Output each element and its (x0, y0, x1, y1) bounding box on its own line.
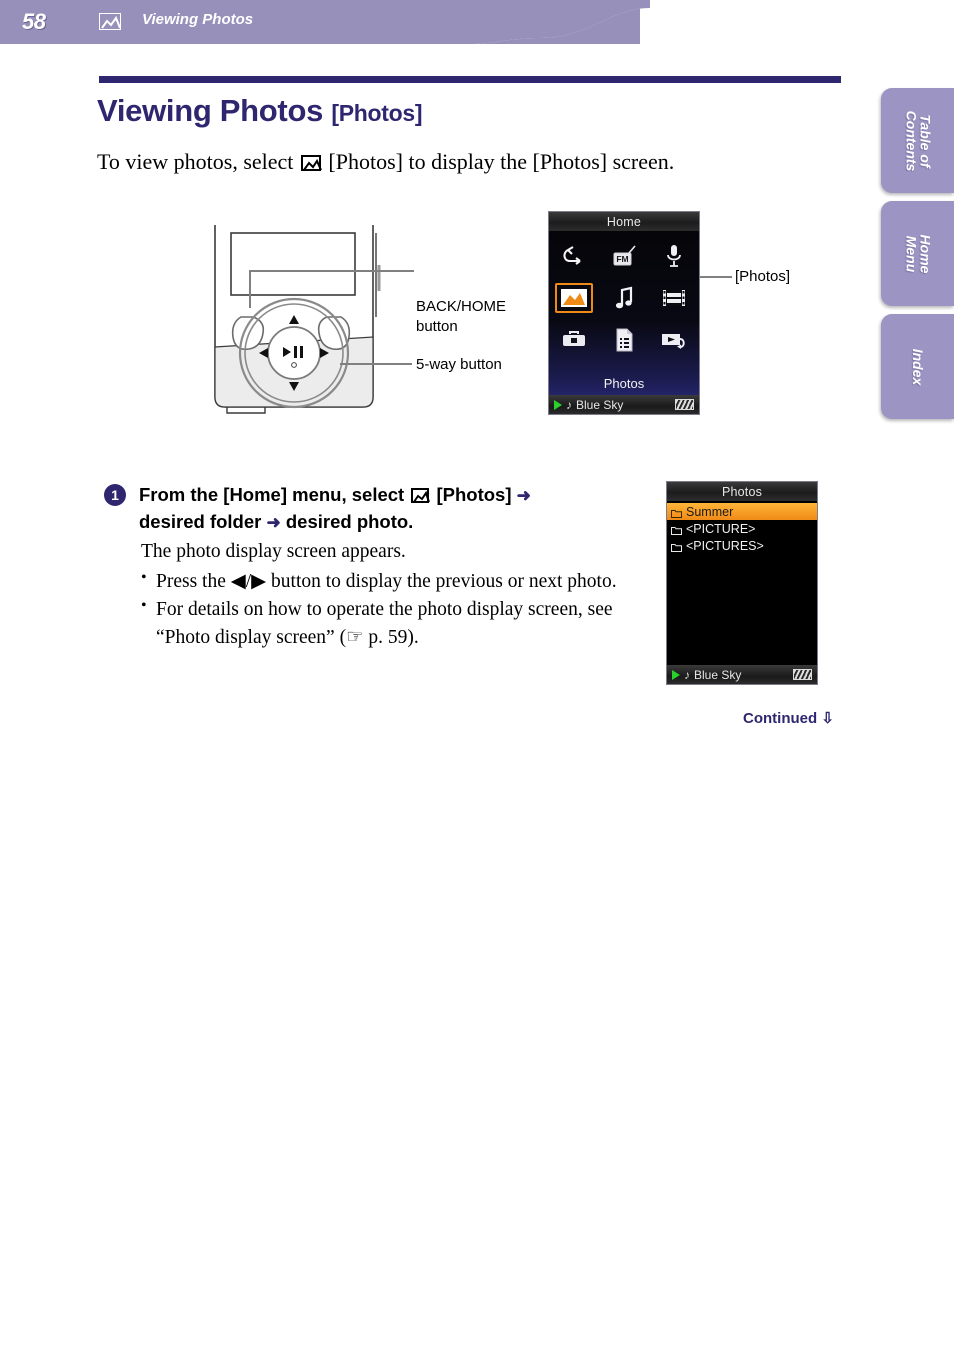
folder-icon (671, 541, 682, 552)
music-note-icon: ♪ (566, 397, 572, 412)
list-item[interactable]: <PICTURES> (667, 537, 817, 554)
intro-text-before: To view photos, select (97, 149, 299, 174)
manual-page: 58 Viewing Photos Table of Contents Home M… (0, 0, 954, 1370)
toolbox-settings-icon[interactable] (556, 323, 592, 357)
microphone-icon[interactable] (656, 239, 692, 273)
music-note-icon: ♪ (684, 667, 690, 682)
list-item-label: <PICTURE> (686, 521, 756, 536)
home-status-bar: ♪ Blue Sky (549, 395, 699, 414)
photo-icon (300, 155, 322, 171)
home-screen-body: FM Photos (549, 231, 699, 397)
list-item: For details on how to operate the photo … (141, 595, 631, 651)
list-item-label: <PICTURES> (686, 538, 764, 553)
callout-back-home-button: BACK/HOME button (416, 298, 507, 336)
folder-icon (671, 524, 682, 535)
film-video-icon[interactable] (656, 281, 692, 315)
sidebar-item-table-of-contents[interactable]: Table of Contents (881, 88, 954, 193)
photo-icon (99, 13, 121, 30)
continued-text: Continued (743, 710, 818, 727)
leader-line-back-home-hook (249, 270, 251, 308)
title-rule (99, 76, 841, 83)
leader-line-back-home (249, 270, 414, 272)
battery-icon (675, 399, 694, 410)
callout-5way-button: 5-way button (416, 356, 502, 373)
sidebar-item-label: Table of Contents (902, 110, 933, 171)
playlist-document-icon[interactable] (606, 323, 642, 357)
sidebar-item-home-menu[interactable]: Home Menu (881, 201, 954, 306)
sidebar-item-index[interactable]: Index (881, 314, 954, 419)
photos-screen-title: Photos (667, 482, 817, 501)
photos-screen-preview: Photos Summer <PICTURE> <PICTURES> ♪ Blu… (666, 481, 818, 685)
list-item[interactable]: <PICTURE> (667, 520, 817, 537)
sidebar-item-label: Index (909, 348, 926, 385)
home-screen-preview: Home FM Photos ♪ Blue Sky (548, 211, 700, 415)
photo-icon[interactable] (555, 283, 593, 313)
step-bullet-list: Press the ◀/▶ button to display the prev… (141, 567, 631, 652)
step-heading-part2: [Photos] (431, 484, 517, 505)
shuffle-repeat-icon[interactable] (556, 239, 592, 273)
continued-label: Continued ⇩ (743, 709, 834, 727)
playback-resume-icon[interactable] (656, 323, 692, 357)
music-note-icon[interactable] (606, 281, 642, 315)
svg-text:FM: FM (616, 254, 628, 264)
play-icon (554, 399, 562, 410)
intro-text-after: [Photos] to display the [Photos] screen. (322, 149, 675, 174)
sidebar-item-label: Home Menu (902, 234, 933, 273)
fm-radio-icon[interactable]: FM (606, 239, 642, 273)
intro-paragraph: To view photos, select [Photos] to displ… (97, 149, 674, 175)
page-number: 58 (22, 9, 46, 34)
header-section-title: Viewing Photos (142, 11, 254, 28)
step-heading: From the [Home] menu, select [Photos] ➜ d… (139, 482, 619, 536)
arrow-right-icon: ➜ (516, 486, 531, 505)
photos-folder-list: Summer <PICTURE> <PICTURES> (667, 503, 817, 554)
step-body: The photo display screen appears. Press … (141, 538, 631, 652)
step-heading-part4: desired photo. (285, 510, 414, 532)
page-title: Viewing Photos [Photos] (97, 93, 423, 129)
photos-screen-body: Summer <PICTURE> <PICTURES> (667, 501, 817, 667)
battery-icon (793, 669, 812, 680)
now-playing-track: Blue Sky (694, 667, 742, 682)
home-screen-title: Home (549, 212, 699, 231)
list-item-label: Summer (686, 504, 734, 519)
header-curve-decoration (470, 0, 650, 52)
folder-icon (671, 507, 682, 518)
page-title-sub: [Photos] (331, 100, 423, 126)
arrow-down-icon: ⇩ (821, 710, 834, 727)
step-heading-part3: desired folder (139, 510, 267, 532)
home-icon-grid: FM (549, 235, 699, 361)
arrow-right-icon: ➜ (266, 512, 281, 532)
photo-icon (411, 488, 431, 503)
photos-status-bar: ♪ Blue Sky (667, 665, 817, 684)
home-selected-label: Photos (603, 376, 645, 391)
page-title-main: Viewing Photos (97, 93, 332, 128)
step-body-intro: The photo display screen appears. (141, 541, 406, 562)
device-illustration (205, 225, 405, 415)
now-playing-track: Blue Sky (576, 397, 624, 412)
step-number-badge: 1 (104, 484, 126, 506)
callout-photos-label: [Photos] (735, 268, 791, 285)
list-item[interactable]: Summer (667, 503, 817, 520)
step-heading-part1: From the [Home] menu, select (139, 484, 410, 505)
leader-line-5way (340, 363, 412, 365)
play-icon (672, 669, 680, 680)
list-item: Press the ◀/▶ button to display the prev… (141, 567, 631, 596)
